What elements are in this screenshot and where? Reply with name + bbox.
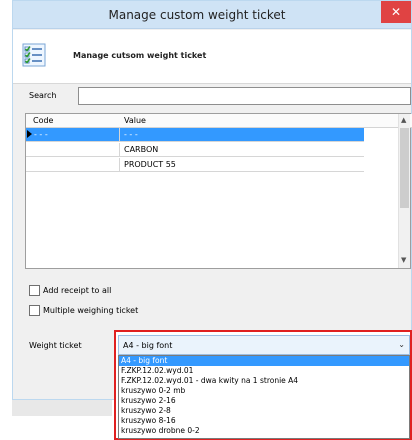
scroll-up-icon[interactable]: ▲ <box>401 116 406 124</box>
column-divider <box>119 158 120 172</box>
grid-row[interactable]: - - - - - - <box>26 128 364 142</box>
search-input[interactable] <box>78 87 411 105</box>
dropdown-option[interactable]: kruszywo 2-8 <box>119 406 409 416</box>
multiple-weighing-label: Multiple weighing ticket <box>43 306 139 315</box>
checklist-icon <box>22 43 46 67</box>
dropdown-option[interactable]: kruszywo 0-2 mb <box>119 386 409 396</box>
cell-value: CARBON <box>124 145 159 154</box>
cell-value: PRODUCT 55 <box>124 160 176 169</box>
scroll-down-icon[interactable]: ▼ <box>401 256 406 264</box>
multiple-weighing-checkbox[interactable] <box>29 305 40 316</box>
scrollbar-thumb[interactable] <box>400 128 409 208</box>
chevron-down-icon[interactable]: ⌄ <box>398 340 405 349</box>
dialog-heading: Manage cutsom weight ticket <box>73 51 207 60</box>
desktop: Manage custom weight ticket ✕ Manage cut… <box>0 0 412 440</box>
dropdown-option[interactable]: F.ZKP.12.02.wyd.01 - dwa kwity na 1 stro… <box>119 376 409 386</box>
dropdown-option[interactable]: kruszywo 2-16 <box>119 396 409 406</box>
cell-code: - - - <box>34 130 48 139</box>
dropdown-option[interactable]: F.ZKP.12.02.wyd.01 <box>119 366 409 376</box>
multiple-weighing-checkbox-row[interactable]: Multiple weighing ticket <box>29 305 138 316</box>
window-title: Manage custom weight ticket <box>108 8 286 22</box>
dialog-footer <box>12 400 112 416</box>
weight-ticket-dropdown-highlight: A4 - big font ⌄ A4 - big font F.ZKP.12.0… <box>114 330 412 440</box>
ticket-grid: Code Value - - - - - - CARBON PRODUCT 55 <box>25 113 412 269</box>
dialog-header: Manage cutsom weight ticket <box>13 30 411 84</box>
search-label: Search <box>29 91 57 100</box>
column-header-code[interactable]: Code <box>33 116 53 125</box>
dropdown-option[interactable]: kruszywo 8-16 <box>119 416 409 426</box>
grid-row[interactable]: PRODUCT 55 <box>26 158 364 172</box>
dropdown-option[interactable]: kruszywo drobne 0-2 <box>119 426 409 436</box>
weight-ticket-select[interactable]: A4 - big font ⌄ <box>118 335 410 355</box>
grid-row[interactable]: CARBON <box>26 143 364 157</box>
weight-ticket-selected-value: A4 - big font <box>123 341 173 350</box>
column-divider <box>119 128 120 142</box>
add-receipt-checkbox-row[interactable]: Add receipt to all <box>29 285 111 296</box>
current-row-marker-icon <box>27 130 32 138</box>
weight-ticket-options-list[interactable]: A4 - big font F.ZKP.12.02.wyd.01 F.ZKP.1… <box>118 355 410 439</box>
add-receipt-label: Add receipt to all <box>43 286 112 295</box>
add-receipt-checkbox[interactable] <box>29 285 40 296</box>
grid-vertical-scrollbar[interactable]: ▲ ▼ <box>398 114 410 268</box>
grid-header: Code Value <box>26 114 412 128</box>
close-button[interactable]: ✕ <box>381 1 411 23</box>
title-bar: Manage custom weight ticket ✕ <box>13 1 411 29</box>
dropdown-option[interactable]: A4 - big font <box>119 356 409 366</box>
column-divider <box>119 143 120 157</box>
weight-ticket-label: Weight ticket <box>29 341 82 350</box>
column-header-value[interactable]: Value <box>124 116 146 125</box>
cell-value: - - - <box>124 130 138 139</box>
